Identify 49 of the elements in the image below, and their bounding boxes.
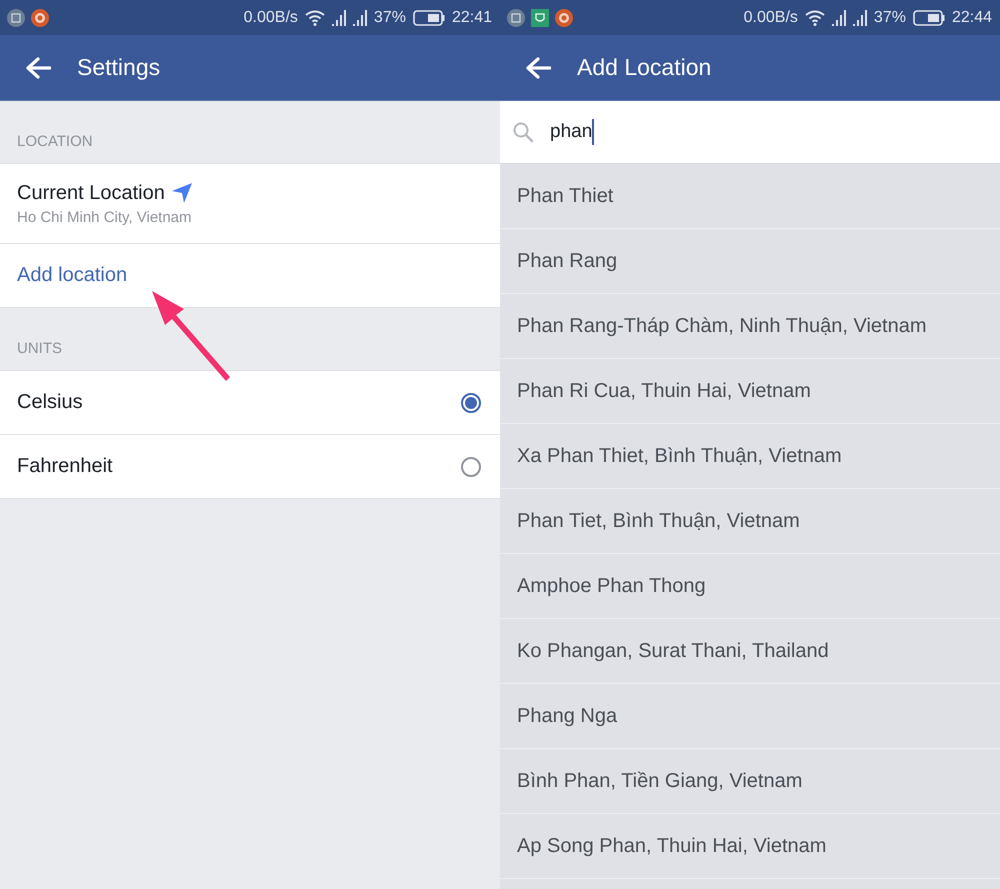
signal-icon bbox=[352, 10, 367, 26]
search-field[interactable]: phan bbox=[500, 101, 1000, 164]
clock-time: 22:44 bbox=[952, 8, 992, 26]
settings-row[interactable]: Fahrenheit bbox=[0, 435, 500, 499]
search-icon bbox=[512, 121, 534, 143]
signal-icon bbox=[332, 10, 346, 26]
back-button[interactable] bbox=[25, 56, 51, 78]
screen-title: Add Location bbox=[577, 54, 712, 81]
row-label: Celsius bbox=[17, 391, 83, 414]
settings-row[interactable]: Current Location Ho Chi Minh City, Vietnam bbox=[0, 164, 500, 244]
search-result[interactable]: Bình Phan, Tiền Giang, Vietnam bbox=[500, 749, 1000, 814]
search-result[interactable]: Phan Tiet, Bình Thuận, Vietnam bbox=[500, 489, 1000, 554]
signal-icon bbox=[852, 10, 867, 26]
search-result[interactable]: Phang Nga bbox=[500, 684, 1000, 749]
gallery-icon bbox=[6, 8, 26, 28]
wifi-icon bbox=[304, 10, 325, 26]
back-button[interactable] bbox=[525, 56, 551, 78]
search-result[interactable]: Ko Phangan, Surat Thani, Thailand bbox=[500, 619, 1000, 684]
search-result[interactable]: Ap Song Phan, Thuin Hai, Vietnam bbox=[500, 814, 1000, 879]
search-result[interactable]: Phan Thiet bbox=[500, 164, 1000, 229]
signal-icon bbox=[832, 10, 846, 26]
radio-button[interactable] bbox=[461, 456, 481, 476]
battery-percent: 37% bbox=[374, 8, 406, 26]
search-result[interactable]: Amphoe Phan Thong bbox=[500, 554, 1000, 619]
row-label: Fahrenheit bbox=[17, 455, 113, 478]
gallery-icon bbox=[506, 8, 526, 28]
flower-icon bbox=[30, 8, 50, 28]
row-title: Current Location bbox=[17, 182, 165, 204]
add-location-link[interactable]: Add location bbox=[17, 264, 128, 287]
shield-icon bbox=[530, 8, 550, 28]
network-speed: 0.00B/s bbox=[744, 8, 798, 26]
search-result[interactable]: Phan Rang-Tháp Chàm, Ninh Thuận, Vietnam bbox=[500, 294, 1000, 359]
back-arrow-icon bbox=[525, 56, 551, 78]
navigation-arrow-icon bbox=[170, 182, 193, 204]
battery-percent: 37% bbox=[874, 8, 906, 26]
network-speed: 0.00B/s bbox=[244, 8, 298, 26]
wifi-icon bbox=[804, 10, 825, 26]
radio-button[interactable] bbox=[461, 392, 481, 412]
settings-row[interactable]: Celsius bbox=[0, 371, 500, 435]
screen-title: Settings bbox=[77, 54, 160, 81]
row-subtitle: Ho Chi Minh City, Vietnam bbox=[17, 208, 193, 226]
search-result[interactable]: Xa Phan Thiet, Bình Thuận, Vietnam bbox=[500, 424, 1000, 489]
flower-icon bbox=[554, 8, 574, 28]
search-result[interactable]: Phan Rang bbox=[500, 229, 1000, 294]
battery-icon bbox=[412, 10, 445, 26]
back-arrow-icon bbox=[25, 56, 51, 78]
search-result[interactable]: Phan Ri Cua, Thuin Hai, Vietnam bbox=[500, 359, 1000, 424]
clock-time: 22:41 bbox=[452, 8, 492, 26]
battery-icon bbox=[912, 10, 945, 26]
